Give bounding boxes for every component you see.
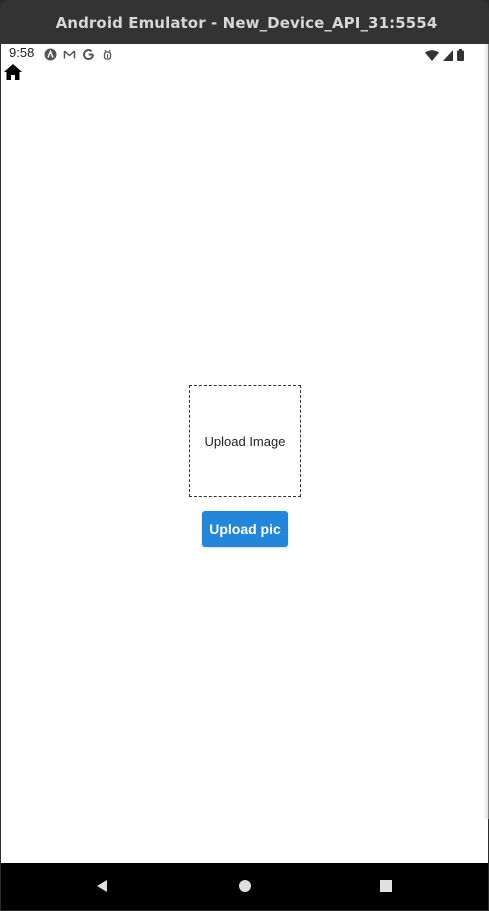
home-circle-icon (239, 880, 251, 892)
recents-button[interactable] (375, 875, 397, 897)
status-bar: 9:58 (1, 44, 488, 62)
back-button[interactable] (91, 875, 113, 897)
emulator-window: Android Emulator - New_Device_API_31:555… (0, 0, 489, 911)
notification-icons (44, 46, 114, 61)
android-studio-icon (44, 46, 57, 61)
upload-pic-button[interactable]: Upload pic (202, 511, 288, 547)
status-time: 9:58 (9, 45, 35, 60)
app-content: Upload Image Upload pic (1, 62, 488, 862)
emulator-side-shadow (483, 44, 489, 819)
gmail-icon (63, 46, 76, 59)
upload-image-area[interactable]: Upload Image (189, 385, 301, 497)
home-button[interactable] (234, 875, 256, 897)
recents-icon (380, 880, 392, 892)
window-title: Android Emulator - New_Device_API_31:555… (55, 13, 438, 32)
device-screen: 9:58 Upload Image Upload pic (1, 44, 488, 910)
upload-image-label: Upload Image (204, 433, 286, 449)
navigation-bar (1, 863, 488, 910)
window-title-bar[interactable]: Android Emulator - New_Device_API_31:555… (0, 0, 489, 45)
debug-icon (101, 46, 114, 60)
back-icon (97, 880, 107, 892)
google-icon (82, 46, 95, 61)
